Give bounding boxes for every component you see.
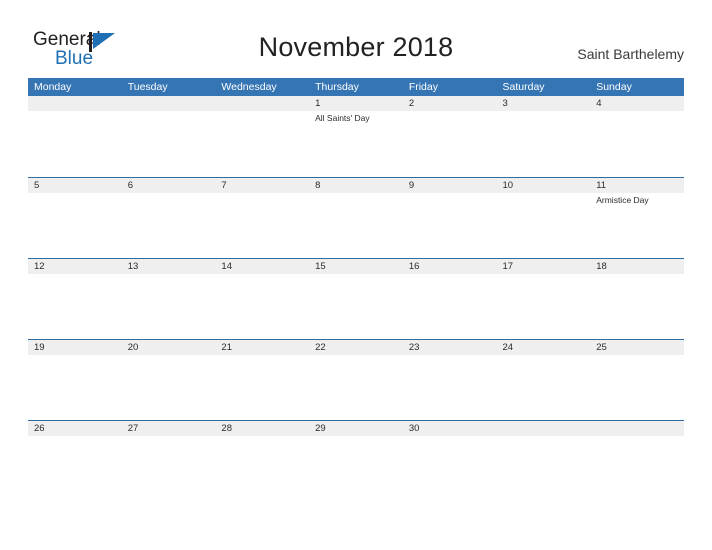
- day-number: 14: [221, 261, 232, 272]
- day-cell[interactable]: 7: [215, 178, 310, 258]
- weekday-header-monday: Monday: [34, 81, 72, 93]
- day-cell[interactable]: 15: [309, 259, 403, 339]
- day-cell[interactable]: 29: [309, 421, 403, 501]
- day-cell[interactable]: 24: [496, 340, 591, 420]
- day-cell[interactable]: 16: [402, 259, 497, 339]
- calendar-grid: Monday Tuesday Wednesday Thursday Friday…: [28, 78, 684, 501]
- week-row: 12 13 14 15 16 17 18: [28, 258, 684, 339]
- day-number: 21: [221, 342, 232, 353]
- weekday-header-wednesday: Wednesday: [221, 81, 277, 93]
- day-number-bar: [402, 96, 497, 111]
- day-number-bar: [121, 178, 216, 193]
- day-number-bar: [215, 96, 310, 111]
- day-number-bar: [496, 421, 591, 436]
- day-number: 25: [596, 342, 607, 353]
- day-cell[interactable]: 13: [121, 259, 216, 339]
- day-number: 20: [127, 342, 139, 353]
- day-cell[interactable]: [28, 96, 122, 176]
- day-number: 17: [502, 261, 514, 272]
- day-number: 12: [34, 261, 45, 272]
- day-cell[interactable]: 17: [496, 259, 591, 339]
- day-number: 29: [315, 423, 326, 434]
- day-cell[interactable]: 3: [496, 96, 591, 176]
- day-number-bar: [215, 178, 310, 193]
- day-cell[interactable]: 25: [590, 340, 684, 420]
- weekday-header-row: Monday Tuesday Wednesday Thursday Friday…: [28, 78, 684, 96]
- day-cell[interactable]: 26: [28, 421, 122, 501]
- weekday-header-saturday: Saturday: [502, 81, 545, 93]
- day-cell[interactable]: 12: [28, 259, 122, 339]
- day-cell[interactable]: 6: [121, 178, 216, 258]
- day-number: 16: [408, 261, 420, 272]
- day-cell[interactable]: [496, 421, 591, 501]
- day-number: 9: [408, 180, 415, 191]
- location-label: Saint Barthelemy: [577, 46, 684, 62]
- day-number: 18: [596, 261, 607, 272]
- day-cell[interactable]: 9: [402, 178, 497, 258]
- day-cell[interactable]: 14: [215, 259, 310, 339]
- weekday-header-thursday: Thursday: [315, 81, 359, 93]
- day-cell[interactable]: [590, 421, 684, 501]
- day-number-bar: [590, 96, 684, 111]
- week-row: 1 All Saints' Day 2 3 4: [28, 96, 684, 177]
- day-cell[interactable]: 30: [402, 421, 497, 501]
- day-number-bar: [28, 96, 122, 111]
- day-number: 24: [502, 342, 514, 353]
- day-number-bar: [121, 96, 216, 111]
- day-cell[interactable]: 1 All Saints' Day: [309, 96, 403, 176]
- day-number: 5: [34, 180, 40, 191]
- day-number-bar: [496, 96, 591, 111]
- week-row: 5 6 7 8 9 10 11 Armistice Day: [28, 177, 684, 258]
- day-number: 1: [315, 98, 321, 109]
- day-number: 2: [408, 98, 415, 109]
- day-cell[interactable]: 20: [121, 340, 216, 420]
- weekday-header-tuesday: Tuesday: [127, 81, 168, 93]
- day-number: 15: [315, 261, 326, 272]
- weekday-header-friday: Friday: [408, 81, 438, 93]
- day-number-bar: [28, 178, 122, 193]
- day-number: 13: [127, 261, 139, 272]
- day-number: 8: [315, 180, 321, 191]
- day-number-bar: [402, 178, 497, 193]
- day-number: 26: [34, 423, 45, 434]
- day-cell[interactable]: 5: [28, 178, 122, 258]
- week-row: 26 27 28 29 30: [28, 420, 684, 501]
- day-cell[interactable]: 23: [402, 340, 497, 420]
- day-number: 30: [408, 423, 420, 434]
- calendar-page: General Blue November 2018 Saint Barthel…: [0, 0, 712, 550]
- day-cell[interactable]: 8: [309, 178, 403, 258]
- day-number-bar: [590, 421, 684, 436]
- day-cell[interactable]: 28: [215, 421, 310, 501]
- day-cell[interactable]: 27: [121, 421, 216, 501]
- day-cell[interactable]: 10: [496, 178, 591, 258]
- day-number: 28: [221, 423, 232, 434]
- page-header: General Blue November 2018 Saint Barthel…: [0, 0, 712, 78]
- day-cell[interactable]: [121, 96, 216, 176]
- day-number: 22: [315, 342, 326, 353]
- day-cell[interactable]: 18: [590, 259, 684, 339]
- day-number: 10: [502, 180, 514, 191]
- day-cell[interactable]: 4: [590, 96, 684, 176]
- day-number: 6: [127, 180, 133, 191]
- week-row: 19 20 21 22 23 24 25: [28, 339, 684, 420]
- day-number-bar: [309, 178, 403, 193]
- day-number: 27: [127, 423, 139, 434]
- day-cell[interactable]: 11 Armistice Day: [590, 178, 684, 258]
- day-number: 19: [34, 342, 45, 353]
- day-event: Armistice Day: [596, 195, 649, 205]
- day-event: All Saints' Day: [315, 113, 370, 123]
- day-cell[interactable]: 21: [215, 340, 310, 420]
- day-cell[interactable]: 2: [402, 96, 497, 176]
- weekday-header-sunday: Sunday: [596, 81, 632, 93]
- day-number: 23: [408, 342, 420, 353]
- day-cell[interactable]: [215, 96, 310, 176]
- day-number: 11: [596, 180, 607, 191]
- day-number: 3: [502, 98, 508, 109]
- day-cell[interactable]: 22: [309, 340, 403, 420]
- day-number: 4: [596, 98, 602, 109]
- day-number: 7: [221, 180, 227, 191]
- day-number-bar: [309, 96, 403, 111]
- day-cell[interactable]: 19: [28, 340, 122, 420]
